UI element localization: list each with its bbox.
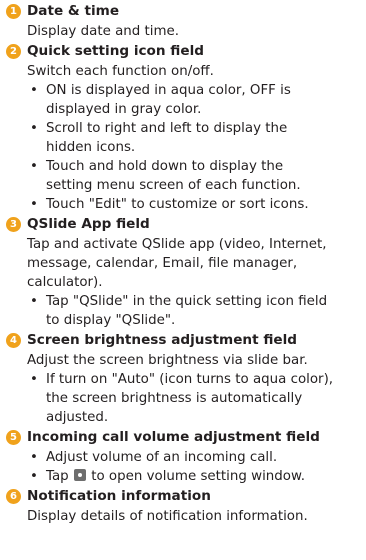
bullet-item: Tap "QSlide" in the quick setting icon f…: [30, 292, 360, 330]
section-title: Date & time: [27, 3, 120, 19]
section-description: Display details of notification informat…: [27, 507, 360, 526]
bullet-line: ON is displayed in aqua color, OFF is: [46, 83, 291, 98]
bullet-item: Scroll to right and left to display the …: [30, 119, 360, 157]
description-line: Display date and time.: [27, 24, 180, 39]
section-qslide: 3 QSlide App field Tap and activate QSli…: [6, 214, 360, 330]
bullet-line: Adjust volume of an incoming call.: [46, 450, 278, 465]
section-heading: 1 Date & time: [6, 1, 360, 22]
bullet-line: the screen brightness is automatically: [46, 391, 303, 406]
section-heading: 6 Notification information: [6, 486, 360, 507]
bullet-line: adjusted.: [46, 410, 109, 425]
bullet-list: If turn on "Auto" (icon turns to aqua co…: [30, 370, 360, 427]
section-title: Quick setting icon field: [27, 43, 204, 59]
number-badge: 5: [6, 430, 21, 445]
description-line: calculator).: [27, 275, 103, 290]
volume-settings-icon: [73, 469, 86, 481]
section-notification: 6 Notification information Display detai…: [6, 486, 360, 526]
bullet-line: setting menu screen of each function.: [46, 178, 301, 193]
section-heading: 5 Incoming call volume adjustment field: [6, 427, 360, 448]
bullet-line: Tap "QSlide" in the quick setting icon f…: [46, 294, 328, 309]
section-heading: 2 Quick setting icon field: [6, 41, 360, 62]
number-badge: 4: [6, 333, 21, 348]
bullet-text: Tap: [46, 469, 69, 484]
bullet-line: displayed in gray color.: [46, 102, 202, 117]
bullet-line: to display "QSlide".: [46, 313, 176, 328]
bullet-item: ON is displayed in aqua color, OFF is di…: [30, 81, 360, 119]
section-brightness: 4 Screen brightness adjustment field Adj…: [6, 330, 360, 427]
number-badge: 2: [6, 44, 21, 59]
bullet-line: Touch and hold down to display the: [46, 159, 284, 174]
section-heading: 4 Screen brightness adjustment field: [6, 330, 360, 351]
section-description: Switch each function on/off.: [27, 62, 360, 81]
description-line: message, calendar, Email, file manager,: [27, 256, 298, 271]
bullet-item: Touch and hold down to display the setti…: [30, 157, 360, 195]
section-title: Notification information: [27, 488, 211, 504]
section-title: QSlide App field: [27, 216, 150, 232]
bullet-text: to open volume setting window.: [91, 469, 305, 484]
section-quick-setting: 2 Quick setting icon field Switch each f…: [6, 41, 360, 214]
section-heading: 3 QSlide App field: [6, 214, 360, 235]
number-badge: 6: [6, 489, 21, 504]
section-description: Display date and time.: [27, 22, 360, 41]
description-line: Switch each function on/off.: [27, 64, 214, 79]
bullet-list: ON is displayed in aqua color, OFF is di…: [30, 81, 360, 214]
bullet-item: Tap to open volume setting window.: [30, 467, 360, 486]
manual-page: 1 Date & time Display date and time. 2 Q…: [0, 0, 366, 526]
section-title: Incoming call volume adjustment field: [27, 429, 320, 445]
description-line: Display details of notification informat…: [27, 509, 308, 524]
section-description: Adjust the screen brightness via slide b…: [27, 351, 360, 370]
description-line: Adjust the screen brightness via slide b…: [27, 353, 308, 368]
section-date-time: 1 Date & time Display date and time.: [6, 1, 360, 41]
bullet-line: Touch "Edit" to customize or sort icons.: [46, 197, 309, 212]
bullet-item: If turn on "Auto" (icon turns to aqua co…: [30, 370, 360, 427]
bullet-line: Tap to open volume setting window.: [46, 467, 360, 486]
bullet-line: hidden icons.: [46, 140, 136, 155]
bullet-line: If turn on "Auto" (icon turns to aqua co…: [46, 372, 334, 387]
bullet-list: Adjust volume of an incoming call. Tap t…: [30, 448, 360, 486]
number-badge: 3: [6, 217, 21, 232]
section-call-volume: 5 Incoming call volume adjustment field …: [6, 427, 360, 486]
section-description: Tap and activate QSlide app (video, Inte…: [27, 235, 360, 292]
bullet-list: Tap "QSlide" in the quick setting icon f…: [30, 292, 360, 330]
bullet-item: Touch "Edit" to customize or sort icons.: [30, 195, 360, 214]
bullet-line: Scroll to right and left to display the: [46, 121, 288, 136]
number-badge: 1: [6, 4, 21, 19]
description-line: Tap and activate QSlide app (video, Inte…: [27, 237, 327, 252]
bullet-item: Adjust volume of an incoming call.: [30, 448, 360, 467]
section-title: Screen brightness adjustment field: [27, 332, 298, 348]
